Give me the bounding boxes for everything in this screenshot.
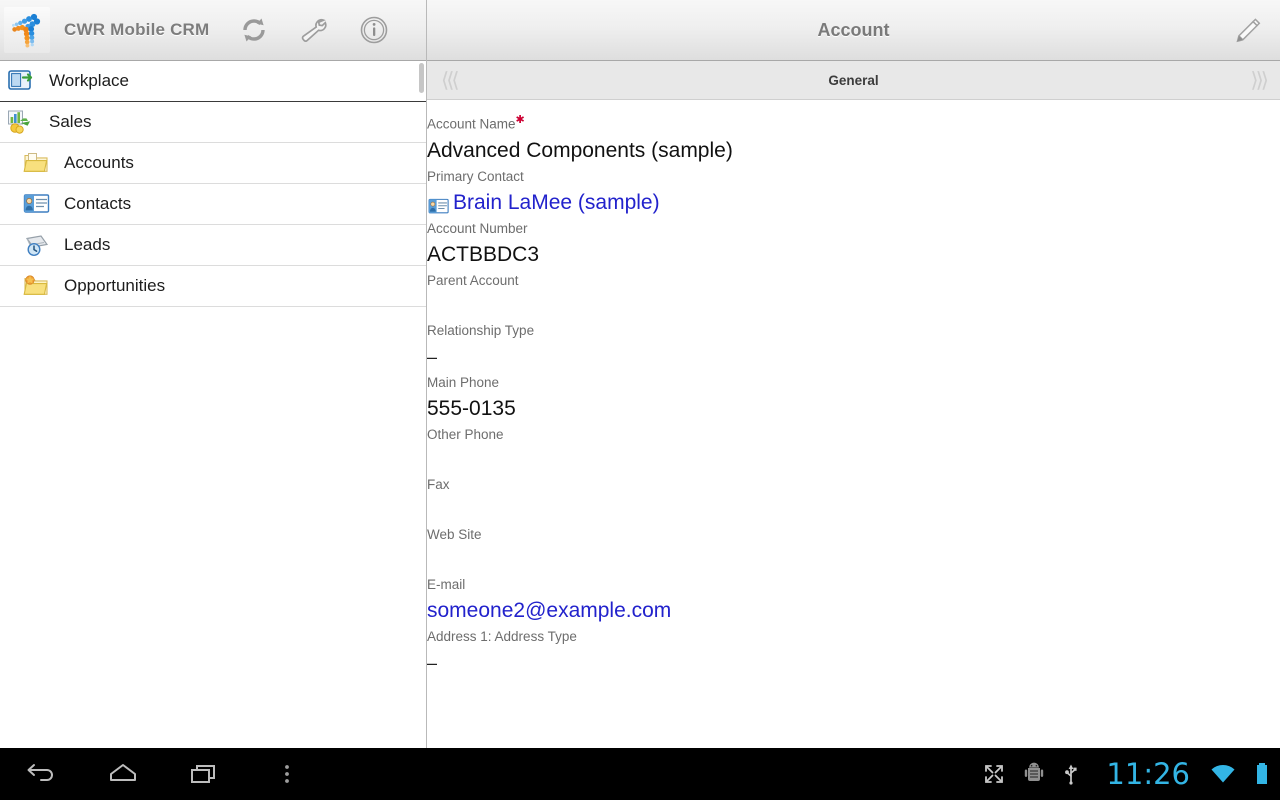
- sales-icon: [6, 107, 36, 137]
- sidebar-item-accounts[interactable]: Accounts: [0, 143, 426, 184]
- field-account-number: Account Number ACTBBDC3: [427, 219, 1280, 271]
- field-label: Parent Account: [427, 272, 519, 288]
- sidebar-nav-list: Workplace Sales Accounts Contacts Leads …: [0, 61, 426, 748]
- sidebar-scrollbar[interactable]: [419, 63, 424, 93]
- sidebar-item-workplace[interactable]: Workplace: [0, 61, 426, 102]
- field-value: –: [427, 346, 438, 367]
- field-value: [427, 495, 1280, 525]
- field-value: [427, 445, 1280, 475]
- field-value-link[interactable]: someone2@example.com: [427, 595, 1280, 627]
- sidebar-item-contacts[interactable]: Contacts: [0, 184, 426, 225]
- field-value: –: [427, 652, 438, 673]
- home-button[interactable]: [96, 752, 150, 796]
- field-value: [427, 291, 1280, 321]
- overflow-menu-button[interactable]: [260, 752, 314, 796]
- field-account-name: Account Name✱ Advanced Components (sampl…: [427, 110, 1280, 167]
- field-label: Main Phone: [427, 374, 500, 390]
- system-status-group: 11:26: [982, 748, 1270, 800]
- recents-button[interactable]: [178, 752, 232, 796]
- fullscreen-expand-icon[interactable]: [982, 762, 1006, 786]
- field-label: Account Number: [427, 220, 528, 236]
- sync-icon[interactable]: [237, 13, 271, 47]
- field-address1-type: Address 1: Address Type –: [427, 627, 1280, 679]
- sidebar-item-label: Sales: [49, 112, 92, 131]
- app-root: CWR Mobile CRM Workplace Sales Accounts …: [0, 0, 1280, 800]
- field-other-phone: Other Phone: [427, 425, 1280, 475]
- sidebar-item-sales[interactable]: Sales: [0, 102, 426, 143]
- sidebar-item-label: Contacts: [64, 194, 132, 213]
- field-label: Fax: [427, 476, 450, 492]
- back-button[interactable]: [14, 752, 68, 796]
- nav-button-group: [0, 752, 314, 796]
- body-area: CWR Mobile CRM Workplace Sales Accounts …: [0, 0, 1280, 748]
- app-header-bar: CWR Mobile CRM: [0, 0, 426, 61]
- app-title: CWR Mobile CRM: [64, 20, 210, 39]
- field-email: E-mail someone2@example.com: [427, 575, 1280, 627]
- usb-icon: [1062, 762, 1080, 786]
- leads-clock-icon: [22, 230, 52, 260]
- workplace-icon: [6, 66, 36, 96]
- wifi-icon: [1210, 762, 1236, 786]
- sidebar-item-label: Leads: [64, 235, 111, 254]
- sidebar: CWR Mobile CRM Workplace Sales Accounts …: [0, 0, 427, 748]
- field-main-phone: Main Phone 555-0135: [427, 373, 1280, 425]
- field-value-link[interactable]: Brain LaMee (sample): [427, 187, 1280, 219]
- pencil-edit-icon[interactable]: [1226, 10, 1268, 52]
- page-title: Account: [817, 19, 890, 40]
- field-primary-contact: Primary Contact Brain LaMee (sample): [427, 167, 1280, 219]
- info-icon[interactable]: [357, 13, 391, 47]
- folder-accounts-icon: [22, 148, 52, 178]
- field-label: E-mail: [427, 576, 466, 592]
- contact-card-icon: [22, 189, 52, 219]
- tab-general[interactable]: General: [427, 73, 1280, 88]
- android-navigation-bar: 11:26: [0, 748, 1280, 800]
- sidebar-item-label: Opportunities: [64, 276, 166, 295]
- field-parent-account: Parent Account: [427, 271, 1280, 321]
- field-label: Relationship Type: [427, 322, 535, 338]
- field-label: Address 1: Address Type: [427, 628, 577, 644]
- field-label: Other Phone: [427, 426, 504, 442]
- sidebar-item-label: Accounts: [64, 153, 134, 172]
- field-label: Web Site: [427, 526, 482, 542]
- field-value-text: Brain LaMee (sample): [453, 190, 660, 214]
- field-value: [427, 545, 1280, 575]
- triple-chevron-left-icon[interactable]: ⟨⟨⟨: [441, 61, 460, 100]
- status-clock: 11:26: [1106, 757, 1190, 791]
- required-asterisk: ✱: [515, 114, 525, 126]
- field-value: 555-0135: [427, 396, 516, 420]
- cwr-propeller-logo: [4, 7, 50, 53]
- android-debug-icon: [1024, 762, 1044, 786]
- field-value: ACTBBDC3: [427, 242, 540, 266]
- header-icon-group: [237, 13, 391, 47]
- sidebar-item-label: Workplace: [49, 71, 129, 90]
- field-value: Advanced Components (sample): [427, 138, 733, 162]
- field-label: Primary Contact: [427, 168, 524, 184]
- sidebar-item-opportunities[interactable]: Opportunities: [0, 266, 426, 307]
- field-fax: Fax: [427, 475, 1280, 525]
- field-relationship-type: Relationship Type –: [427, 321, 1280, 373]
- field-label: Account Name✱: [427, 114, 525, 132]
- content-header-bar: Account: [427, 0, 1280, 61]
- field-web-site: Web Site: [427, 525, 1280, 575]
- wrench-icon[interactable]: [297, 13, 331, 47]
- content-panel: Account ⟨⟨⟨ General ⟩⟩⟩ Account Name✱ Ad…: [427, 0, 1280, 748]
- battery-full-icon: [1254, 761, 1270, 787]
- sidebar-item-leads[interactable]: Leads: [0, 225, 426, 266]
- account-form: Account Name✱ Advanced Components (sampl…: [427, 100, 1280, 748]
- folder-star-icon: [22, 271, 52, 301]
- triple-chevron-right-icon[interactable]: ⟩⟩⟩: [1250, 61, 1269, 100]
- form-tab-bar: ⟨⟨⟨ General ⟩⟩⟩: [427, 61, 1280, 100]
- contact-card-icon: [427, 194, 451, 214]
